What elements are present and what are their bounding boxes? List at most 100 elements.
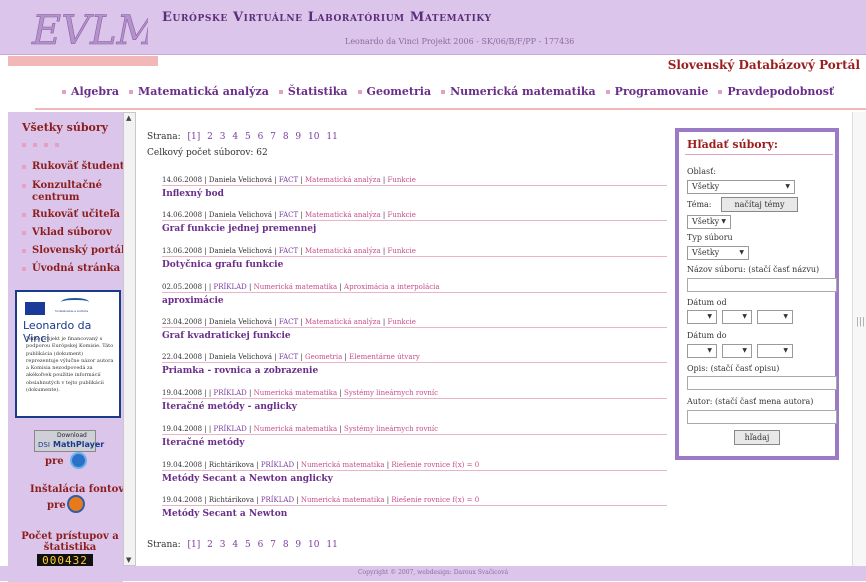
file-link[interactable]: Metódy Secant a Newton [162, 509, 667, 519]
chevron-down-icon: ▼ [739, 249, 744, 256]
topic-link[interactable]: Funkcie [387, 247, 415, 255]
page-link[interactable]: 8 [283, 132, 289, 142]
page-link[interactable]: 11 [326, 540, 337, 550]
topic-link[interactable]: Riešenie rovnice f(x) = 0 [391, 461, 479, 469]
file-link[interactable]: Priamka - rovnica a zobrazenie [162, 366, 667, 376]
sidebar-item-student[interactable]: Rukoväť študenta [22, 161, 131, 172]
page-link[interactable]: 10 [308, 132, 319, 142]
page-link[interactable]: [1] [188, 540, 201, 550]
sidebar-item-teacher[interactable]: Rukoväť učiteľa [22, 209, 120, 220]
page-link[interactable]: 7 [270, 540, 276, 550]
file-link[interactable]: Graf kvadratickej funkcie [162, 331, 667, 341]
internet-explorer-icon[interactable] [70, 452, 87, 469]
type-select[interactable]: Všetky ▼ [687, 246, 749, 260]
nav-item-geometry[interactable]: Geometria [357, 85, 431, 98]
topic-link[interactable]: Aproximácia a interpolácia [344, 283, 440, 291]
topic-select[interactable]: Všetky ▼ [687, 215, 731, 229]
date-from-year-select[interactable]: ▼ [757, 310, 793, 324]
area-link[interactable]: Numerická matematika [301, 496, 385, 504]
area-link[interactable]: Matematická analýza [305, 211, 381, 219]
sidebar-item-home[interactable]: Úvodná stránka [22, 263, 120, 274]
page-link[interactable]: 11 [326, 132, 337, 142]
date-from-day-select[interactable]: ▼ [687, 310, 717, 324]
nav-item-analysis[interactable]: Matematická analýza [129, 85, 269, 98]
sidebar-item-consulting[interactable]: Konzultačné centrum [22, 180, 112, 204]
page-link[interactable]: 7 [270, 132, 276, 142]
area-select[interactable]: Všetky ▼ [687, 180, 795, 194]
scroll-grip-icon[interactable]: ||| [856, 317, 865, 327]
file-link[interactable]: Graf funkcie jednej premennej [162, 224, 667, 234]
counter-title[interactable]: Počet prístupov a štatistika [20, 531, 120, 553]
area-link[interactable]: Numerická matematika [254, 283, 338, 291]
area-link[interactable]: Numerická matematika [301, 461, 385, 469]
area-link[interactable]: Numerická matematika [254, 425, 338, 433]
page-link[interactable]: 5 [245, 540, 251, 550]
page-link[interactable]: 6 [258, 540, 264, 550]
area-link[interactable]: Matematická analýza [305, 176, 381, 184]
evlm-logo[interactable]: EVLM [30, 6, 148, 52]
site-subtitle: Leonardo da Vinci Projekt 2006 - SK/06/B… [345, 37, 575, 46]
search-button[interactable]: hľadaj [734, 430, 780, 445]
sidebar-item-portal[interactable]: Slovenský portál [22, 245, 125, 256]
sidebar-item-upload[interactable]: Vklad súborov [22, 227, 112, 238]
area-link[interactable]: Geometria [305, 353, 342, 361]
area-link[interactable]: Matematická analýza [305, 247, 381, 255]
date-from-month-select[interactable]: ▼ [722, 310, 752, 324]
page-link[interactable]: 2 [207, 132, 213, 142]
scroll-down-icon[interactable]: ▼ [126, 556, 131, 564]
decorative-band [8, 56, 158, 66]
scroll-up-icon[interactable]: ▲ [126, 114, 131, 122]
leonardo-banner[interactable]: Vzdelávanie a kultúra Leonardo da Vinci … [15, 290, 121, 418]
page-link[interactable]: 4 [232, 540, 238, 550]
area-link[interactable]: Numerická matematika [254, 389, 338, 397]
file-link[interactable]: Iteračné metódy - anglicky [162, 402, 667, 412]
topic-link[interactable]: Riešenie rovnice f(x) = 0 [391, 496, 479, 504]
download-mathplayer-button[interactable]: DSI Download MathPlayer [34, 430, 104, 452]
page-link[interactable]: 9 [295, 540, 301, 550]
date-to-year-select[interactable]: ▼ [757, 344, 793, 358]
file-link[interactable]: Dotyčnica grafu funkcie [162, 260, 667, 270]
page-link[interactable]: [1] [188, 132, 201, 142]
description-input[interactable] [687, 376, 837, 390]
total-count: Celkový počet súborov: 62 [147, 148, 268, 158]
page-link[interactable]: 3 [220, 540, 226, 550]
file-link[interactable]: Iteračné metódy [162, 438, 667, 448]
list-item: 19.04.2008 | | PRÍKLAD | Numerická matem… [162, 425, 667, 448]
load-topics-button[interactable]: načítaj témy [721, 197, 798, 212]
list-item: 22.04.2008 | Daniela Velichová | FACT | … [162, 353, 667, 376]
page-link[interactable]: 3 [220, 132, 226, 142]
file-link[interactable]: Metódy Secant a Newton anglicky [162, 474, 667, 484]
date-to-day-select[interactable]: ▼ [687, 344, 717, 358]
nav-item-numerical[interactable]: Numerická matematika [441, 85, 596, 98]
sidebar-scrollbar[interactable]: ▲ ▼ [123, 112, 136, 566]
nav-item-probability[interactable]: Pravdepodobnosť [718, 85, 834, 98]
topic-link[interactable]: Funkcie [387, 176, 415, 184]
page-link[interactable]: 9 [295, 132, 301, 142]
page-link[interactable]: 8 [283, 540, 289, 550]
author-input[interactable] [687, 410, 837, 424]
page-link[interactable]: 10 [308, 540, 319, 550]
nav-item-programming[interactable]: Programovanie [605, 85, 708, 98]
area-link[interactable]: Matematická analýza [305, 318, 381, 326]
page-link[interactable]: 5 [245, 132, 251, 142]
page-link[interactable]: 2 [207, 540, 213, 550]
page-link[interactable]: 4 [232, 132, 238, 142]
topic-link[interactable]: Funkcie [387, 318, 415, 326]
topic-link[interactable]: Elementárne útvary [349, 353, 420, 361]
fonts-install-link[interactable]: Inštalácia fontov [30, 484, 124, 495]
nav-item-statistics[interactable]: Štatistika [278, 85, 348, 98]
topic-link[interactable]: Systémy lineárnych rovníc [344, 389, 438, 397]
eu-flag-icon [25, 302, 45, 315]
list-item: 14.06.2008 | Daniela Velichová | FACT | … [162, 211, 667, 234]
topic-link[interactable]: Systémy lineárnych rovníc [344, 425, 438, 433]
sidebar-title[interactable]: Všetky súbory [22, 121, 108, 134]
firefox-icon[interactable] [67, 495, 85, 513]
page-link[interactable]: 6 [258, 132, 264, 142]
nav-item-algebra[interactable]: Algebra [62, 85, 119, 98]
file-link[interactable]: aproximácie [162, 296, 667, 306]
page-scrollbar[interactable]: ||| [852, 112, 866, 566]
date-to-month-select[interactable]: ▼ [722, 344, 752, 358]
filename-input[interactable] [687, 278, 837, 292]
topic-link[interactable]: Funkcie [387, 211, 415, 219]
file-link[interactable]: Inflexný bod [162, 189, 667, 199]
